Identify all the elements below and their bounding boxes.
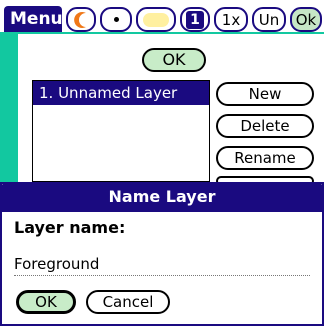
dialog-ok-button[interactable]: OK	[16, 290, 76, 314]
orange-swatch-icon	[74, 11, 86, 28]
dot-tool-button[interactable]	[100, 7, 132, 32]
yellow-swatch-icon	[143, 12, 169, 27]
new-layer-button[interactable]: New	[216, 82, 314, 106]
dialog-cancel-button[interactable]: Cancel	[86, 290, 170, 314]
menu-button[interactable]: Menu	[4, 6, 63, 32]
rename-layer-button[interactable]: Rename	[216, 146, 314, 170]
layer-name-field[interactable]: Foreground	[14, 254, 310, 276]
ok-toolbar-button[interactable]: Ok	[290, 7, 322, 32]
delete-layer-button[interactable]: Delete	[216, 114, 314, 138]
dialog-title: Name Layer	[0, 182, 324, 212]
dot-icon	[113, 17, 119, 22]
layer-one-button[interactable]: 1	[180, 7, 210, 32]
layer-one-label: 1	[186, 10, 204, 29]
yellow-color-button[interactable]	[136, 7, 176, 32]
zoom-button[interactable]: 1x	[214, 7, 248, 32]
undo-button[interactable]: Un	[252, 7, 286, 32]
layers-ok-button[interactable]: OK	[142, 48, 206, 72]
orange-color-button[interactable]	[66, 7, 96, 32]
canvas-edge	[0, 32, 18, 182]
layer-name-label: Layer name:	[14, 218, 126, 237]
layer-list-item[interactable]: 1. Unnamed Layer	[33, 81, 209, 105]
